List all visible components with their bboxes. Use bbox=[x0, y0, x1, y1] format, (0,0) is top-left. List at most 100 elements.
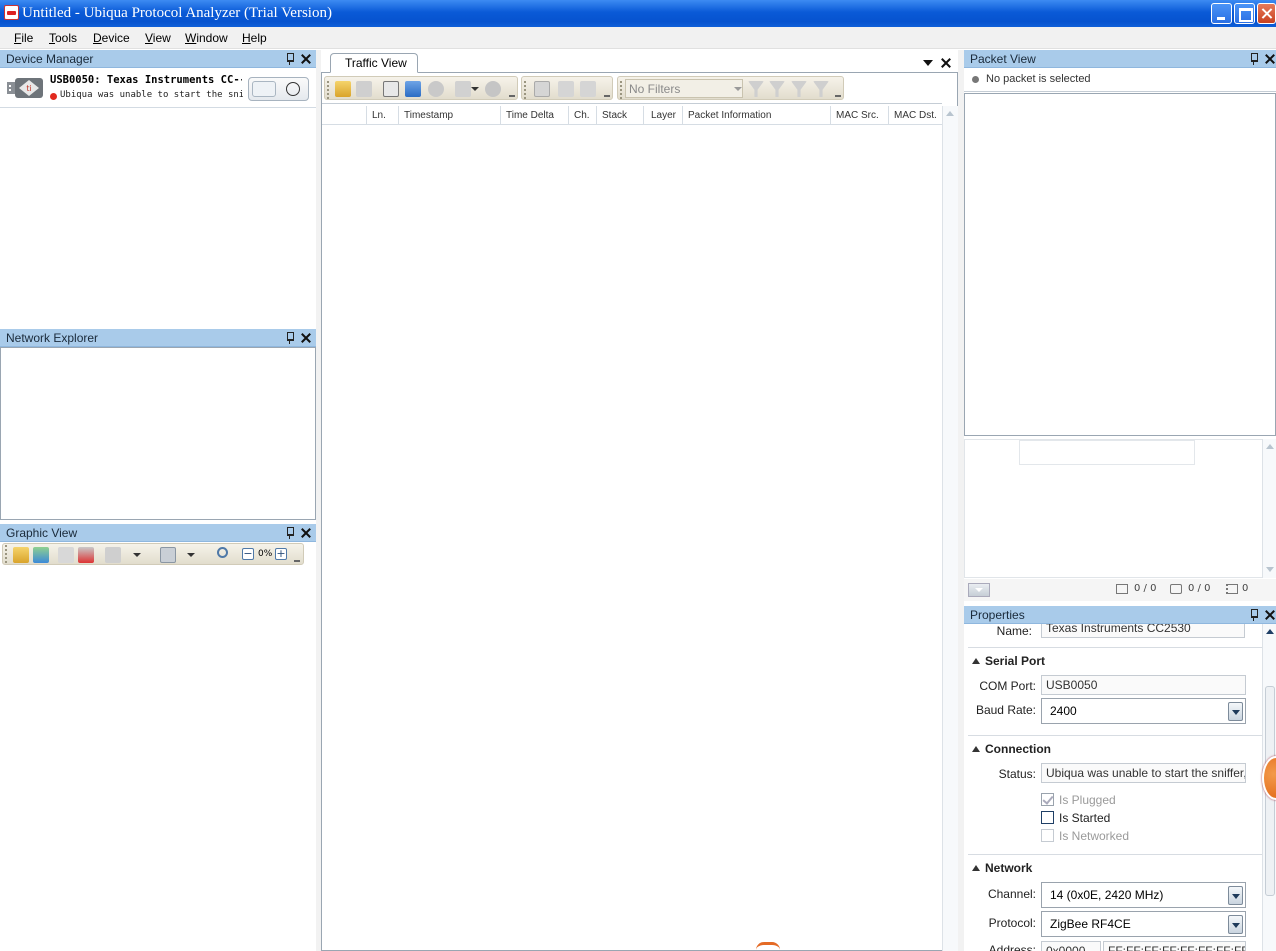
grid-layout-icon[interactable] bbox=[78, 547, 94, 563]
column-header-mac-dst[interactable]: MAC Dst. bbox=[894, 110, 937, 121]
is-networked-checkbox[interactable] bbox=[1041, 829, 1054, 842]
close-icon[interactable] bbox=[300, 527, 311, 538]
zoom-in-icon[interactable]: + bbox=[275, 548, 287, 560]
toolbar-overflow-icon[interactable] bbox=[509, 91, 515, 97]
channel-select[interactable]: 14 (0x0E, 2420 MHz) bbox=[1041, 882, 1246, 908]
expand-button[interactable] bbox=[968, 583, 990, 597]
column-header-channel[interactable]: Ch. bbox=[574, 110, 590, 121]
menu-device[interactable]: Device bbox=[93, 31, 130, 45]
next-icon[interactable] bbox=[580, 81, 596, 97]
com-port-field[interactable]: USB0050 bbox=[1041, 675, 1246, 695]
pin-icon[interactable] bbox=[284, 53, 294, 65]
traffic-scrollbar[interactable] bbox=[942, 106, 958, 951]
menu-file[interactable]: File bbox=[14, 31, 33, 45]
channel-value: 14 (0x0E, 2420 MHz) bbox=[1050, 888, 1164, 902]
section-network[interactable]: Network bbox=[972, 861, 1032, 875]
pointer-icon[interactable] bbox=[58, 547, 74, 563]
chevron-down-icon[interactable] bbox=[133, 553, 141, 557]
open-folder-icon[interactable] bbox=[335, 81, 351, 97]
menu-window[interactable]: Window bbox=[185, 31, 228, 45]
is-plugged-checkbox[interactable] bbox=[1041, 793, 1054, 806]
section-serial-port[interactable]: Serial Port bbox=[972, 654, 1045, 668]
scroll-up-icon[interactable] bbox=[1266, 444, 1274, 449]
selection-icon bbox=[1170, 584, 1182, 594]
tab-traffic-view[interactable]: Traffic View bbox=[330, 53, 418, 73]
toolbar-overflow-icon[interactable] bbox=[294, 556, 300, 562]
close-icon[interactable] bbox=[940, 57, 951, 68]
zoom-out-icon[interactable]: − bbox=[242, 548, 254, 560]
menu-help[interactable]: Help bbox=[242, 31, 267, 45]
chevron-down-icon[interactable] bbox=[923, 60, 933, 66]
chevron-down-icon[interactable] bbox=[1228, 915, 1243, 934]
zoom-level: 0% bbox=[258, 549, 273, 559]
chevron-down-icon[interactable] bbox=[1228, 702, 1243, 721]
close-icon[interactable] bbox=[1264, 53, 1275, 64]
status-field[interactable]: Ubiqua was unable to start the sniffer, … bbox=[1041, 763, 1246, 783]
export-icon[interactable] bbox=[428, 81, 444, 97]
topology-icon[interactable] bbox=[105, 547, 121, 563]
columns-icon[interactable] bbox=[383, 81, 399, 97]
address-short-field[interactable]: 0x0000 bbox=[1041, 941, 1101, 951]
device-manager-title: Device Manager bbox=[6, 52, 94, 66]
menu-view[interactable]: View bbox=[145, 31, 171, 45]
section-connection[interactable]: Connection bbox=[972, 742, 1051, 756]
app-icon[interactable] bbox=[4, 5, 19, 20]
toolbar-overflow-icon[interactable] bbox=[835, 91, 841, 97]
details-icon[interactable] bbox=[405, 81, 421, 97]
pin-icon[interactable] bbox=[284, 527, 294, 539]
pin-icon[interactable] bbox=[1248, 53, 1258, 65]
pin-icon[interactable] bbox=[284, 332, 294, 344]
column-header-stack[interactable]: Stack bbox=[602, 110, 627, 121]
restore-button[interactable] bbox=[1234, 3, 1255, 24]
address-long-field[interactable]: FF:FF:FF:FF:FF:FF:FF:FF bbox=[1103, 941, 1246, 951]
menu-tools[interactable]: Tools bbox=[49, 31, 77, 45]
previous-icon[interactable] bbox=[558, 81, 574, 97]
chevron-down-icon[interactable] bbox=[1228, 886, 1243, 905]
is-started-checkbox[interactable] bbox=[1041, 811, 1054, 824]
baud-rate-select[interactable]: 2400 bbox=[1041, 698, 1246, 724]
save-image-icon[interactable] bbox=[33, 547, 49, 563]
canvas-icon[interactable] bbox=[160, 547, 176, 563]
chevron-down-icon[interactable] bbox=[187, 553, 195, 557]
scroll-up-icon[interactable] bbox=[1266, 629, 1274, 634]
filter-icon[interactable] bbox=[748, 81, 764, 97]
column-header-mac-src[interactable]: MAC Src. bbox=[836, 110, 879, 121]
filter-add-icon[interactable] bbox=[769, 81, 785, 97]
close-icon[interactable] bbox=[300, 53, 311, 64]
filter-remove-icon[interactable] bbox=[813, 81, 829, 97]
column-header-packet-info[interactable]: Packet Information bbox=[688, 110, 771, 121]
column-header-ln[interactable]: Ln. bbox=[372, 110, 386, 121]
close-window-button[interactable] bbox=[1257, 3, 1276, 24]
scroll-down-icon[interactable] bbox=[1266, 567, 1274, 572]
gear-icon[interactable] bbox=[485, 81, 501, 97]
pin-icon[interactable] bbox=[1248, 609, 1258, 621]
tools-icon[interactable] bbox=[455, 81, 471, 97]
filter-edit-icon[interactable] bbox=[791, 81, 807, 97]
packet-footer: 0 / 0 0 / 0 0 bbox=[964, 579, 1276, 601]
open-folder-icon[interactable] bbox=[13, 547, 29, 563]
close-icon[interactable] bbox=[300, 332, 311, 343]
offset-icon bbox=[1226, 584, 1238, 594]
hex-scrollbar[interactable] bbox=[1262, 439, 1276, 578]
chevron-down-icon bbox=[734, 87, 742, 91]
traffic-view-panel bbox=[321, 73, 958, 951]
column-header-timestamp[interactable]: Timestamp bbox=[404, 110, 453, 121]
name-field[interactable]: Texas Instruments CC2530 bbox=[1041, 624, 1245, 638]
sniffer-toggle-button[interactable] bbox=[248, 77, 309, 101]
protocol-select[interactable]: ZigBee RF4CE bbox=[1041, 911, 1246, 937]
zoom-icon[interactable] bbox=[217, 547, 228, 558]
notification-corner[interactable] bbox=[756, 942, 780, 951]
scroll-up-icon[interactable] bbox=[946, 111, 954, 116]
column-header-time-delta[interactable]: Time Delta bbox=[506, 110, 554, 121]
copy-icon[interactable] bbox=[356, 81, 372, 97]
network-explorer-panel bbox=[0, 347, 316, 520]
copy-packet-icon[interactable] bbox=[534, 81, 550, 97]
toolbar-overflow-icon[interactable] bbox=[604, 91, 610, 97]
properties-title: Properties bbox=[970, 608, 1025, 622]
close-icon[interactable] bbox=[1264, 609, 1275, 620]
chevron-down-icon[interactable] bbox=[471, 87, 479, 91]
status-label: Status: bbox=[998, 767, 1036, 781]
minimize-button[interactable] bbox=[1211, 3, 1232, 24]
column-header-layer[interactable]: Layer bbox=[651, 110, 676, 121]
filter-select[interactable]: No Filters bbox=[625, 79, 743, 98]
